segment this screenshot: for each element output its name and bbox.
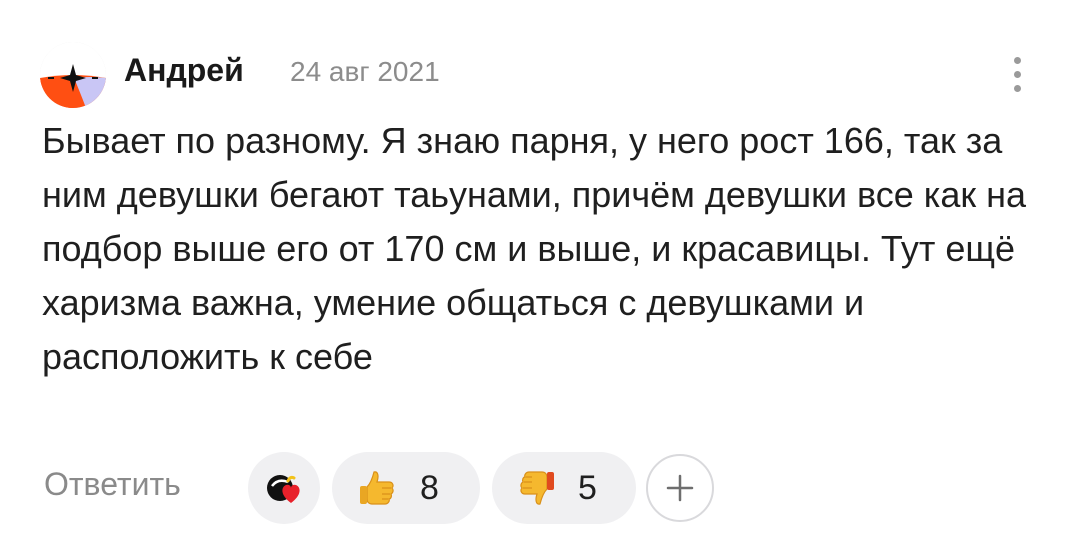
thumbs-down-icon xyxy=(520,471,554,505)
comment-text: Бывает по разному. Я знаю парня, у него … xyxy=(42,120,1026,377)
like-button[interactable]: 8 xyxy=(332,452,480,524)
avatar-star-icon xyxy=(40,42,106,108)
add-reaction-button[interactable] xyxy=(646,454,714,522)
more-dot xyxy=(1013,70,1021,78)
more-dot xyxy=(1013,56,1021,64)
comment-card: Андрей 24 авг 2021 Бывает по разному. Я … xyxy=(0,0,1080,533)
like-count: 8 xyxy=(420,468,439,507)
author-avatar[interactable] xyxy=(40,42,106,108)
dislike-count: 5 xyxy=(578,468,597,507)
reaction-button[interactable] xyxy=(248,452,320,524)
thumbs-up-icon xyxy=(360,471,394,505)
plus-icon xyxy=(666,474,694,502)
dislike-button[interactable]: 5 xyxy=(492,452,636,524)
heart-reaction-icon xyxy=(267,475,300,503)
reply-button[interactable]: Ответить xyxy=(44,466,181,503)
comment-date: 24 авг 2021 xyxy=(290,56,440,87)
author-name[interactable]: Андрей xyxy=(124,52,244,89)
more-dot xyxy=(1013,84,1021,92)
more-options-icon[interactable] xyxy=(1000,52,1034,96)
